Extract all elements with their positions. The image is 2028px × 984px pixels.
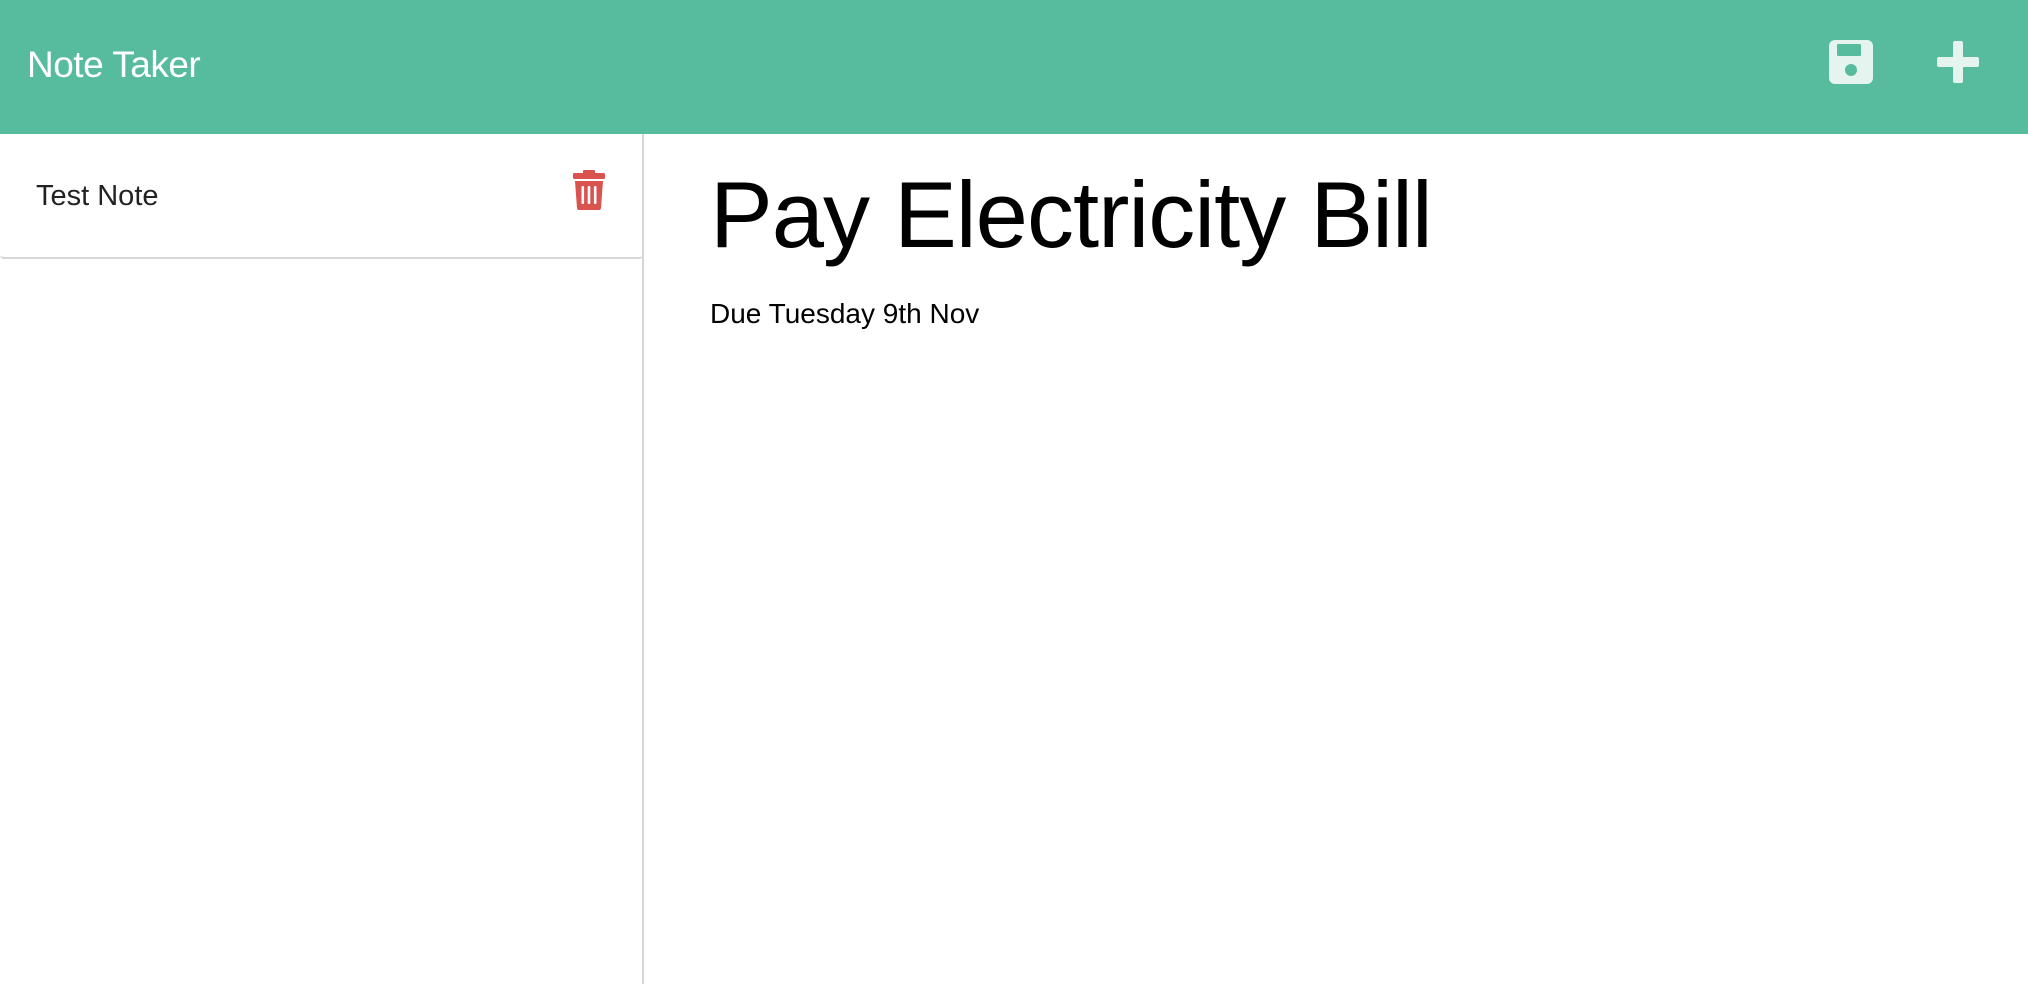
note-list: Test Note (0, 134, 644, 984)
note-title-input[interactable] (710, 160, 1910, 270)
navbar: Note Taker (0, 0, 2028, 134)
floppy-disk-icon (1829, 40, 1873, 84)
delete-note-button[interactable] (572, 170, 606, 210)
list-item[interactable]: Test Note (0, 134, 643, 259)
brand-link[interactable]: Note Taker (27, 40, 201, 90)
note-item-title: Test Note (36, 180, 159, 212)
new-note-icon[interactable] (1934, 38, 1982, 86)
trash-icon (573, 170, 605, 210)
plus-icon (1937, 41, 1979, 83)
save-note-icon[interactable] (1827, 38, 1875, 86)
note-editor: Due Tuesday 9th Nov (646, 134, 2028, 984)
note-text-input[interactable]: Due Tuesday 9th Nov (710, 294, 1910, 894)
